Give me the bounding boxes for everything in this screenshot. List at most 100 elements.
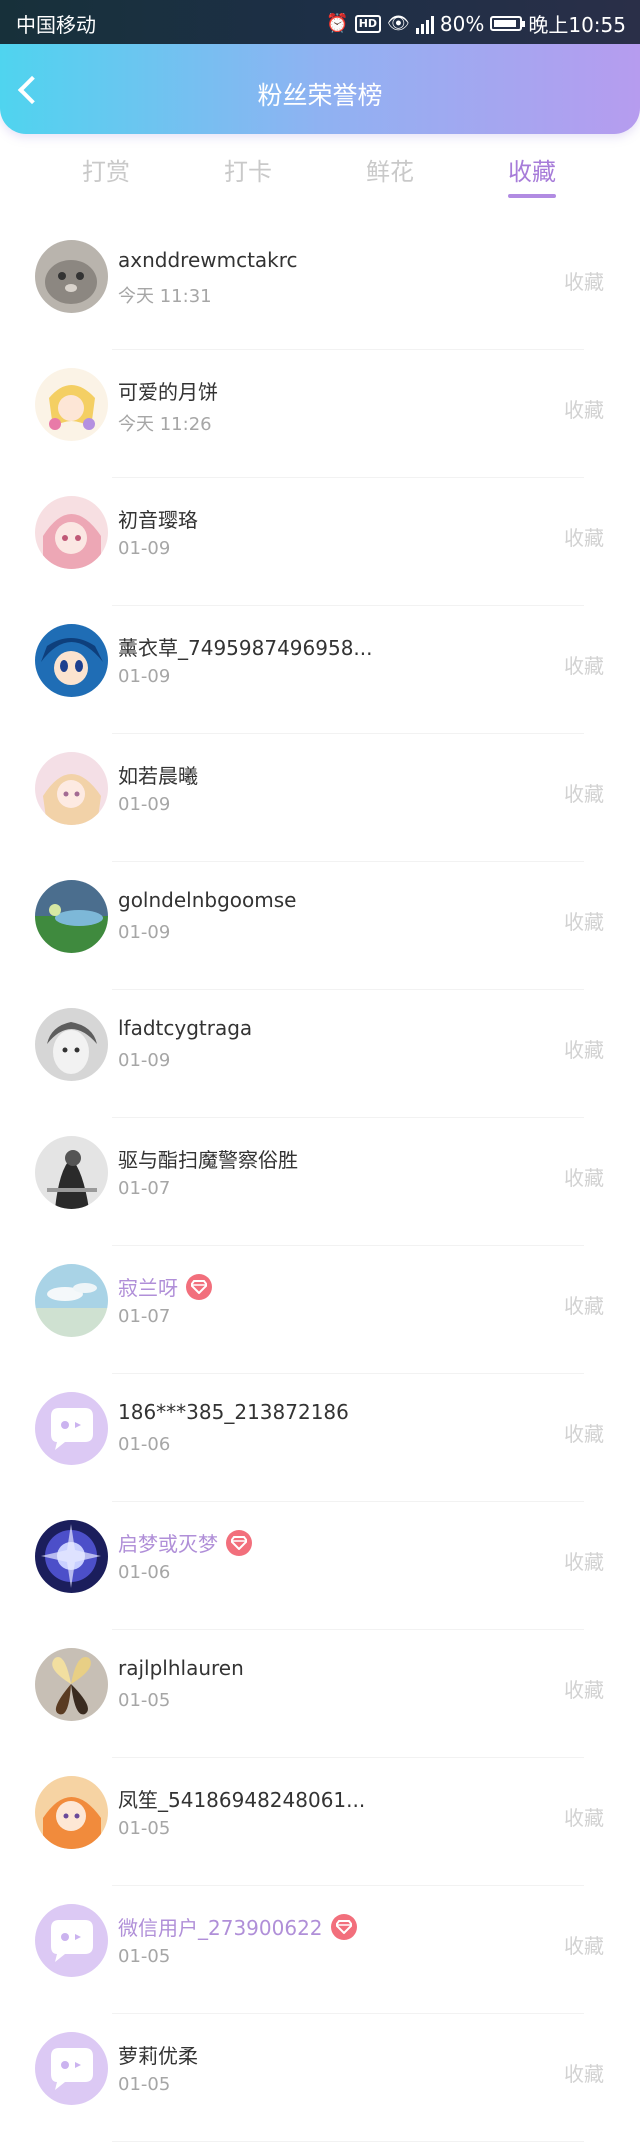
avatar[interactable] <box>35 240 108 313</box>
avatar[interactable] <box>35 496 108 569</box>
fan-name-text: 萝莉优柔 <box>118 2044 198 2068</box>
active-tab-indicator <box>508 194 556 198</box>
fan-list-item[interactable]: 微信用户_273900622 01-05 收藏 <box>0 1886 640 2014</box>
fan-time: 01-09 <box>118 794 171 815</box>
avatar[interactable] <box>35 1264 108 1337</box>
fan-list-item[interactable]: axnddrewmctakrc 今天 11:31 收藏 <box>0 222 640 350</box>
fan-list-item[interactable]: 薰衣草_7495987496958... 01-09 收藏 <box>0 606 640 734</box>
tab-favorites[interactable]: 收藏 <box>487 152 577 187</box>
avatar[interactable] <box>35 1776 108 1849</box>
avatar[interactable] <box>35 880 108 953</box>
fan-list-item[interactable]: 可爱的月饼 今天 11:26 收藏 <box>0 350 640 478</box>
tab-bar: 打赏 打卡 鲜花 收藏 <box>0 146 640 206</box>
fan-name-text: golndelnbgoomse <box>118 888 297 912</box>
fan-name-text: axnddrewmctakrc <box>118 248 298 272</box>
fan-time: 01-05 <box>118 1946 171 1967</box>
fan-name: 寂兰呀 <box>118 1272 212 1301</box>
fan-list-item[interactable]: 启梦或灭梦 01-06 收藏 <box>0 1502 640 1630</box>
fan-name: lfadtcygtraga <box>118 1016 252 1040</box>
fan-name-text: 初音璎珞 <box>118 508 198 532</box>
fan-name: rajlplhlauren <box>118 1656 244 1680</box>
header-bar: 中国移动 ⏰ HD 👁 80% 晚上10:55 粉丝荣誉榜 <box>0 0 640 134</box>
tab-checkin[interactable]: 打卡 <box>203 152 293 187</box>
favorite-action-label: 收藏 <box>564 1934 604 1958</box>
fan-name: 薰衣草_7495987496958... <box>118 632 373 661</box>
fan-time: 01-09 <box>118 922 171 943</box>
favorite-action-label: 收藏 <box>564 526 604 550</box>
fan-list-item[interactable]: 初音璎珞 01-09 收藏 <box>0 478 640 606</box>
fan-name: axnddrewmctakrc <box>118 248 298 272</box>
avatar[interactable] <box>35 1648 108 1721</box>
avatar[interactable] <box>35 752 108 825</box>
favorite-action-label: 收藏 <box>564 2062 604 2086</box>
fan-name: 驱与酯扫魔警察俗胜 <box>118 1144 298 1173</box>
avatar[interactable] <box>35 1904 108 1977</box>
avatar[interactable] <box>35 1520 108 1593</box>
signal-icon <box>415 14 434 34</box>
fan-list-item[interactable]: 凤笙_54186948248061... 01-05 收藏 <box>0 1758 640 1886</box>
favorite-action-label: 收藏 <box>564 1550 604 1574</box>
fan-list-item[interactable]: 寂兰呀 01-07 收藏 <box>0 1246 640 1374</box>
clock: 晚上10:55 <box>528 13 626 37</box>
fan-list-item[interactable]: 萝莉优柔 01-05 收藏 <box>0 2014 640 2142</box>
fan-name-text: 如若晨曦 <box>118 764 198 788</box>
avatar[interactable] <box>35 1392 108 1465</box>
avatar[interactable] <box>35 624 108 697</box>
vip-diamond-icon <box>226 1530 252 1556</box>
fan-list-item[interactable]: 如若晨曦 01-09 收藏 <box>0 734 640 862</box>
favorite-action-label: 收藏 <box>564 1166 604 1190</box>
fan-list-item[interactable]: rajlplhlauren 01-05 收藏 <box>0 1630 640 1758</box>
fan-time: 01-06 <box>118 1434 171 1455</box>
fan-name-text: 微信用户_273900622 <box>118 1916 323 1940</box>
fan-time: 01-09 <box>118 1050 171 1071</box>
tab-flowers[interactable]: 鲜花 <box>345 152 435 187</box>
favorite-action-label: 收藏 <box>564 1806 604 1830</box>
fan-time: 01-05 <box>118 2074 171 2095</box>
fan-time: 01-05 <box>118 1818 171 1839</box>
carrier-label: 中国移动 <box>16 13 96 37</box>
fan-name-text: 寂兰呀 <box>118 1276 178 1300</box>
fan-time: 01-07 <box>118 1306 171 1327</box>
avatar[interactable] <box>35 368 108 441</box>
fan-name-text: 驱与酯扫魔警察俗胜 <box>118 1148 298 1172</box>
tab-tip[interactable]: 打赏 <box>61 152 151 187</box>
fan-time: 01-06 <box>118 1562 171 1583</box>
fan-name: 186***385_213872186 <box>118 1400 349 1424</box>
fan-name-text: 凤笙_54186948248061... <box>118 1788 366 1812</box>
fan-name: 微信用户_273900622 <box>118 1912 357 1941</box>
fan-time: 今天 11:31 <box>118 286 212 307</box>
avatar[interactable] <box>35 2032 108 2105</box>
fan-list: axnddrewmctakrc 今天 11:31 收藏 可爱的月饼 今天 11:26 收藏… <box>0 222 640 2142</box>
fan-list-item[interactable]: 驱与酯扫魔警察俗胜 01-07 收藏 <box>0 1118 640 1246</box>
avatar[interactable] <box>35 1008 108 1081</box>
fan-list-item[interactable]: lfadtcygtraga 01-09 收藏 <box>0 990 640 1118</box>
fan-name: 凤笙_54186948248061... <box>118 1784 365 1813</box>
hd-icon: HD <box>354 14 382 33</box>
fan-time: 01-07 <box>118 1178 171 1199</box>
fan-name: 如若晨曦 <box>118 760 198 789</box>
fan-name-text: lfadtcygtraga <box>118 1016 253 1040</box>
battery-icon <box>490 16 526 31</box>
fan-name-text: 186***385_213872186 <box>118 1400 349 1424</box>
fan-time: 01-09 <box>118 666 171 687</box>
fan-name-text: 启梦或灭梦 <box>118 1532 218 1556</box>
fan-name: 可爱的月饼 <box>118 376 218 405</box>
alarm-icon: ⏰ <box>326 13 349 34</box>
fan-name: 启梦或灭梦 <box>118 1528 252 1557</box>
fan-list-item[interactable]: 186***385_213872186 01-06 收藏 <box>0 1374 640 1502</box>
favorite-action-label: 收藏 <box>564 910 604 934</box>
favorite-action-label: 收藏 <box>564 1038 604 1062</box>
fan-name: golndelnbgoomse <box>118 888 296 912</box>
fan-list-item[interactable]: golndelnbgoomse 01-09 收藏 <box>0 862 640 990</box>
fan-time: 今天 11:26 <box>118 414 212 435</box>
fan-name: 初音璎珞 <box>118 504 198 533</box>
favorite-action-label: 收藏 <box>564 782 604 806</box>
fan-time: 01-05 <box>118 1690 171 1711</box>
favorite-action-label: 收藏 <box>564 270 604 294</box>
battery-percent: 80% <box>439 11 485 36</box>
fan-name-text: 薰衣草_7495987496958... <box>118 636 373 660</box>
vip-diamond-icon <box>186 1274 212 1300</box>
vip-diamond-icon <box>330 1914 357 1940</box>
avatar[interactable] <box>35 1136 108 1209</box>
favorite-action-label: 收藏 <box>564 1422 604 1446</box>
